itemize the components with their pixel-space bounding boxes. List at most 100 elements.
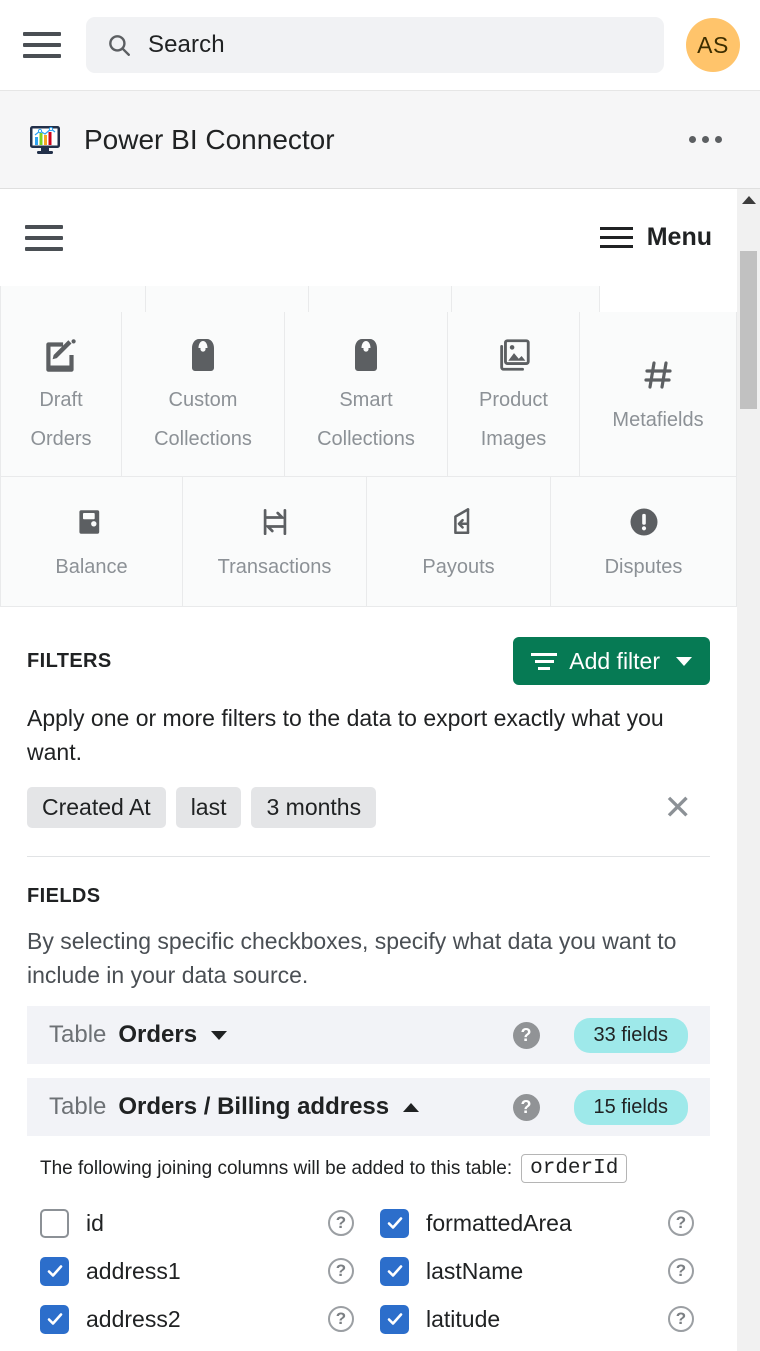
table-name-label: Orders / Billing address: [118, 1093, 390, 1121]
filter-chip-field[interactable]: Created At: [27, 787, 166, 829]
search-input[interactable]: Search: [86, 17, 664, 73]
tile-label: Smart: [339, 389, 393, 411]
tile-disputes[interactable]: Disputes: [551, 477, 737, 607]
checkbox-address2[interactable]: [40, 1304, 69, 1334]
add-filter-label: Add filter: [569, 647, 660, 674]
tile-clipped[interactable]: [452, 286, 600, 312]
filter-icon: [531, 652, 558, 670]
transfer-icon: [257, 499, 293, 545]
fields-title: FIELDS: [27, 885, 101, 908]
tile-clipped[interactable]: [309, 286, 452, 312]
vertical-scrollbar[interactable]: [737, 189, 760, 1351]
menu-button[interactable]: Menu: [599, 223, 712, 252]
tile-label: Collections: [317, 428, 415, 450]
tile-label: Transactions: [217, 556, 332, 578]
table-prefix-label: Table: [49, 1093, 107, 1121]
question-circle-icon[interactable]: ?: [328, 1306, 354, 1333]
embed-nav: Menu: [0, 189, 737, 286]
app-header: Power BI Connector: [0, 91, 760, 189]
search-icon: [106, 32, 132, 58]
tile-label: Custom: [168, 389, 238, 411]
tile-draft-orders[interactable]: Draft Orders: [0, 312, 122, 477]
field-label: lastName: [426, 1257, 524, 1284]
tile-label: Orders: [30, 428, 92, 450]
filters-title: FILTERS: [27, 649, 112, 672]
image-icon: [495, 332, 533, 378]
ellipsis-icon[interactable]: [679, 126, 732, 153]
checkbox-lastName[interactable]: [380, 1256, 409, 1286]
filter-chip-value[interactable]: 3 months: [251, 787, 377, 829]
embed-hamburger-icon[interactable]: [25, 224, 63, 251]
embedded-app-frame: Menu Draft Orders Custom Collections Sma…: [0, 189, 760, 1351]
tile-row-secondary: Balance Transactions Payouts Disputes: [0, 477, 737, 607]
fields-description: By selecting specific checkboxes, specif…: [27, 928, 677, 989]
field-item-latitude[interactable]: latitude ?: [380, 1295, 720, 1343]
checkbox-formattedArea[interactable]: [380, 1208, 409, 1238]
close-icon[interactable]: ✕: [664, 791, 711, 825]
top-bar: Search AS: [0, 0, 760, 91]
field-label: address1: [86, 1257, 181, 1284]
field-item-city[interactable]: city ?: [40, 1343, 380, 1351]
triangle-up-icon[interactable]: [742, 196, 756, 204]
field-item-id[interactable]: id ?: [40, 1199, 380, 1247]
tag-icon: [183, 332, 223, 378]
field-item-formattedArea[interactable]: formattedArea ?: [380, 1199, 720, 1247]
field-label: id: [86, 1209, 104, 1236]
chevron-down-icon[interactable]: [211, 1030, 228, 1040]
tile-row-clipped: [0, 286, 737, 312]
tile-product-images[interactable]: Product Images: [448, 312, 580, 477]
checkbox-latitude[interactable]: [380, 1304, 409, 1334]
field-label: address2: [86, 1305, 181, 1332]
tile-metafields[interactable]: Metafields: [580, 312, 737, 477]
tile-clipped[interactable]: [0, 286, 146, 312]
app-root: Search AS Power BI Connector Menu Draft …: [0, 0, 760, 1351]
joining-columns-text: The following joining columns will be ad…: [40, 1157, 513, 1179]
filters-description: Apply one or more filters to the data to…: [27, 705, 664, 766]
app-title: Power BI Connector: [84, 123, 335, 155]
tile-label: Collections: [154, 428, 252, 450]
question-circle-icon[interactable]: ?: [668, 1306, 694, 1333]
field-item-address2[interactable]: address2 ?: [40, 1295, 380, 1343]
tile-label: Disputes: [604, 556, 683, 578]
field-item-lastName[interactable]: lastName ?: [380, 1247, 720, 1295]
checkbox-address1[interactable]: [40, 1256, 69, 1286]
avatar[interactable]: AS: [686, 18, 740, 72]
question-circle-icon[interactable]: ?: [668, 1258, 694, 1285]
tile-smart-collections[interactable]: Smart Collections: [285, 312, 448, 477]
wallet-icon: [74, 499, 110, 545]
table-row-orders[interactable]: Table Orders ? 33 fields: [27, 1006, 710, 1065]
fields-section: FIELDS By selecting specific checkboxes,…: [0, 857, 737, 992]
tile-clipped[interactable]: [146, 286, 309, 312]
tile-clipped: [600, 286, 737, 312]
table-row-billing-address[interactable]: Table Orders / Billing address ? 15 fiel…: [27, 1078, 710, 1137]
chevron-up-icon[interactable]: [403, 1102, 420, 1112]
tile-payouts[interactable]: Payouts: [367, 477, 551, 607]
table-prefix-label: Table: [49, 1021, 107, 1049]
help-icon[interactable]: ?: [512, 1021, 540, 1049]
filters-section: FILTERS Add filter Apply one or more fil…: [0, 607, 737, 829]
question-circle-icon[interactable]: ?: [328, 1210, 354, 1237]
field-checkbox-grid: id ? formattedArea ? address1 ? lastName…: [0, 1183, 737, 1351]
payout-arrow-icon: [441, 499, 477, 545]
filters-header: FILTERS Add filter: [27, 607, 710, 685]
tile-custom-collections[interactable]: Custom Collections: [122, 312, 285, 477]
joining-columns-note: The following joining columns will be ad…: [0, 1136, 737, 1184]
question-circle-icon[interactable]: ?: [328, 1258, 354, 1285]
tile-label: Balance: [55, 556, 128, 578]
add-filter-button[interactable]: Add filter: [513, 637, 710, 685]
chevron-down-icon: [676, 656, 692, 666]
hamburger-icon[interactable]: [20, 23, 64, 67]
tile-balance[interactable]: Balance: [0, 477, 183, 607]
scrollbar-thumb[interactable]: [740, 251, 757, 409]
hamburger-icon: [599, 227, 633, 248]
checkbox-id[interactable]: [40, 1208, 69, 1238]
question-circle-icon[interactable]: ?: [668, 1210, 694, 1237]
field-item-longitude[interactable]: longitude ?: [380, 1343, 720, 1351]
tile-transactions[interactable]: Transactions: [183, 477, 367, 607]
power-bi-monitor-chart-icon: [28, 123, 62, 157]
tile-label: Draft: [39, 389, 83, 411]
filter-chip-operator[interactable]: last: [175, 787, 242, 829]
help-icon[interactable]: ?: [512, 1093, 540, 1121]
tile-row-primary: Draft Orders Custom Collections Smart Co…: [0, 312, 737, 477]
field-item-address1[interactable]: address1 ?: [40, 1247, 380, 1295]
